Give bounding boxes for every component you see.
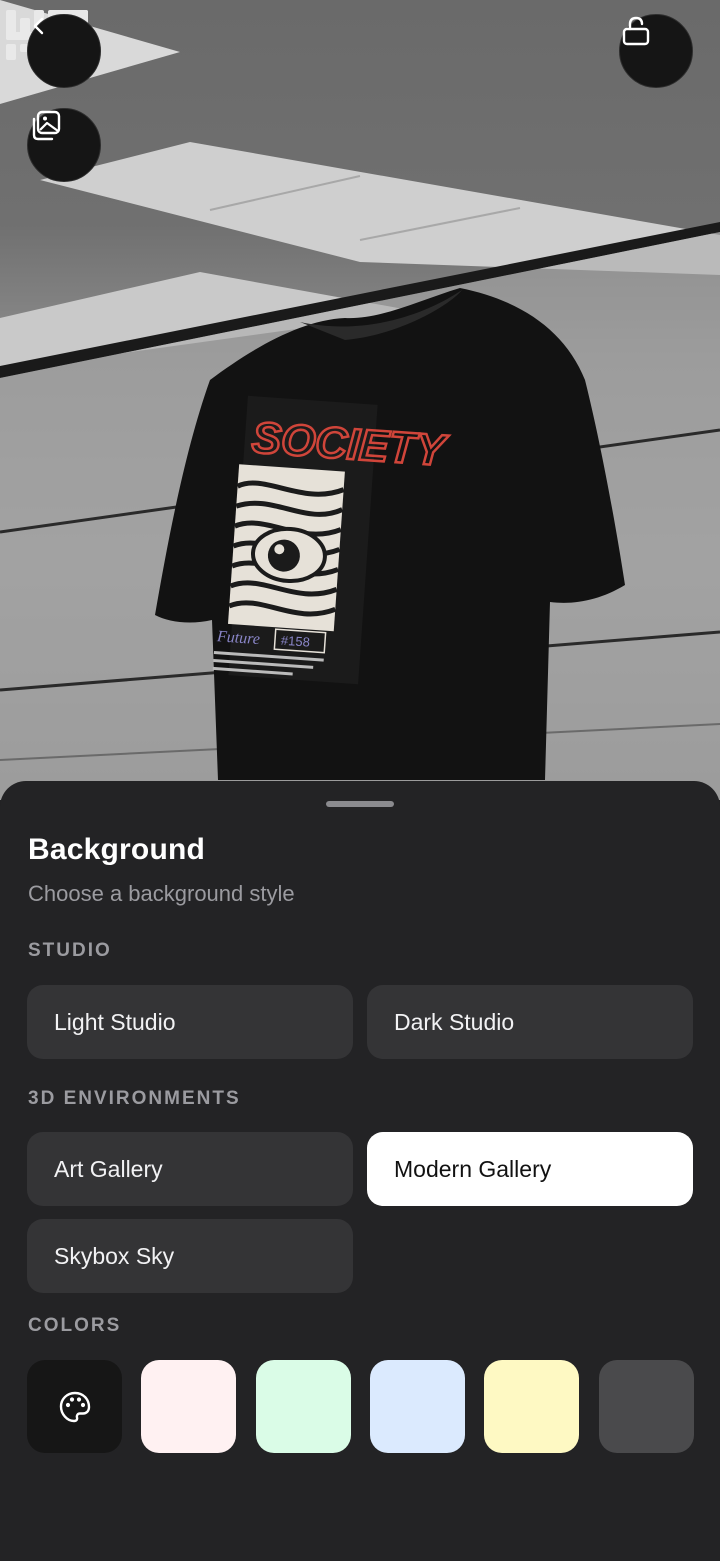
option-label: Art Gallery xyxy=(54,1155,163,1182)
option-label: Dark Studio xyxy=(394,1008,515,1035)
shirt-print-tag: #158 xyxy=(280,633,310,650)
option-light-studio[interactable]: Light Studio xyxy=(27,985,353,1059)
gallery-scene: SOCIETY Future #158 xyxy=(0,0,720,800)
background-picker-button[interactable] xyxy=(27,108,101,182)
unlock-icon xyxy=(622,16,650,46)
shirt-print-script: Future xyxy=(215,628,260,648)
sheet-title: Background xyxy=(28,833,206,866)
color-swatch-yellow[interactable] xyxy=(484,1360,579,1453)
option-modern-gallery[interactable]: Modern Gallery xyxy=(367,1132,693,1206)
sheet-grabber[interactable] xyxy=(326,801,394,807)
back-button[interactable] xyxy=(27,14,101,88)
sheet-subtitle: Choose a background style xyxy=(28,881,295,906)
section-label-studio: STUDIO xyxy=(28,940,112,961)
section-label-colors: COLORS xyxy=(28,1315,122,1336)
images-icon xyxy=(32,110,61,141)
custom-color-button[interactable] xyxy=(27,1360,122,1453)
3d-preview[interactable]: SOCIETY Future #158 xyxy=(0,0,720,800)
background-sheet: Background Choose a background style STU… xyxy=(0,781,720,1561)
color-swatch-pink[interactable] xyxy=(141,1360,236,1453)
option-skybox-sky[interactable]: Skybox Sky xyxy=(27,1219,353,1293)
option-dark-studio[interactable]: Dark Studio xyxy=(367,985,693,1059)
lock-toggle-button[interactable] xyxy=(619,14,693,88)
chevron-left-icon xyxy=(33,17,44,35)
option-label: Modern Gallery xyxy=(394,1155,552,1182)
option-label: Light Studio xyxy=(54,1008,176,1035)
color-swatch-mint[interactable] xyxy=(256,1360,351,1453)
section-label-environments: 3D ENVIRONMENTS xyxy=(28,1088,241,1109)
palette-icon xyxy=(59,1391,90,1422)
color-swatch-blue[interactable] xyxy=(370,1360,465,1453)
option-art-gallery[interactable]: Art Gallery xyxy=(27,1132,353,1206)
option-label: Skybox Sky xyxy=(54,1242,175,1269)
color-swatch-gray[interactable] xyxy=(599,1360,694,1453)
